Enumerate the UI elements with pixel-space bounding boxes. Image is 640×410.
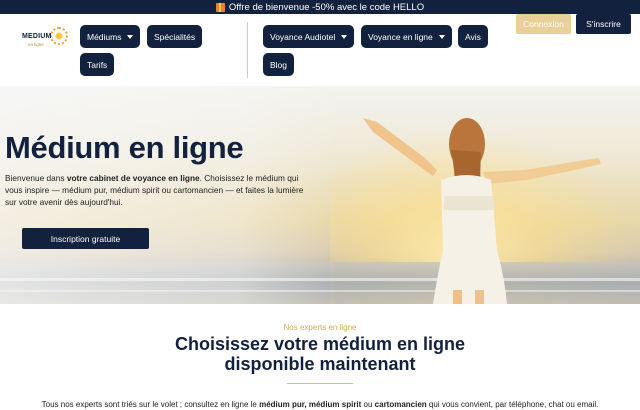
nav-tarifs[interactable]: Tarifs xyxy=(80,53,115,76)
nav-mediums[interactable]: Médiums xyxy=(80,25,141,48)
nav-avis[interactable]: Avis xyxy=(458,25,488,48)
hero-lead-start: Bienvenue dans xyxy=(5,173,67,183)
hero-title: Médium en ligne xyxy=(5,130,244,165)
signup-free-button[interactable]: Inscription gratuite xyxy=(22,228,149,249)
promo-text: Offre de bienvenue -50% avec le code HEL… xyxy=(228,1,425,13)
nav-voyance-en-ligne-label: Voyance en ligne xyxy=(368,31,433,42)
chevron-down-icon xyxy=(341,34,348,39)
desc-bold1: médium pur, médium spirit xyxy=(259,400,362,409)
section-description: Tous nos experts sont triés sur le volet… xyxy=(0,400,640,409)
sun-logo-icon xyxy=(50,27,68,45)
chevron-down-icon xyxy=(438,34,445,39)
nav-voyance-audiotel[interactable]: Voyance Audiotel xyxy=(263,25,355,48)
nav-blog-label: Blog xyxy=(270,59,288,70)
site-logo[interactable]: MEDIUM en ligne xyxy=(22,23,70,57)
nav-voyance-en-ligne[interactable]: Voyance en ligne xyxy=(361,25,452,48)
nav-tarifs-label: Tarifs xyxy=(87,59,108,70)
desc-part3: qui vous convient, par téléphone, chat o… xyxy=(426,400,599,409)
section-divider xyxy=(287,383,353,384)
nav-divider xyxy=(247,22,248,78)
nav-specialites-label: Spécialités xyxy=(154,31,196,42)
login-button[interactable]: Connexion xyxy=(516,14,571,34)
logo-word: MEDIUM xyxy=(22,33,52,40)
promo-banner: Offre de bienvenue -50% avec le code HEL… xyxy=(0,0,640,14)
section-title-line2: disponible maintenant xyxy=(224,354,416,374)
desc-part2: ou xyxy=(361,400,375,409)
gift-icon xyxy=(215,2,225,12)
woman-arms-open-image xyxy=(363,118,601,304)
nav-voyance-audiotel-label: Voyance Audiotel xyxy=(270,31,336,42)
desc-bold2: cartomancien xyxy=(374,400,427,409)
site-header: MEDIUM en ligne Médiums Spécialités Tari… xyxy=(0,14,640,86)
experts-section: Nos experts en ligne Choisissez votre mé… xyxy=(0,304,640,410)
chevron-down-icon xyxy=(127,34,134,39)
section-title: Choisissez votre médium en ligne disponi… xyxy=(0,334,640,374)
nav-specialites[interactable]: Spécialités xyxy=(147,25,203,48)
hero-section: Médium en ligne Bienvenue dans votre cab… xyxy=(0,86,640,304)
nav-mediums-label: Médiums xyxy=(87,31,122,42)
hero-lead-bold: votre cabinet de voyance en ligne xyxy=(66,173,200,183)
nav-blog[interactable]: Blog xyxy=(263,53,295,76)
signup-button[interactable]: S'inscrire xyxy=(576,14,631,34)
desc-part1: Tous nos experts sont triés sur le volet… xyxy=(41,400,260,409)
nav-avis-label: Avis xyxy=(465,31,481,42)
section-title-line1: Choisissez votre médium en ligne xyxy=(174,334,466,354)
hero-lead: Bienvenue dans votre cabinet de voyance … xyxy=(5,172,317,208)
section-eyebrow: Nos experts en ligne xyxy=(283,323,357,332)
logo-subtitle: en ligne xyxy=(28,42,44,47)
